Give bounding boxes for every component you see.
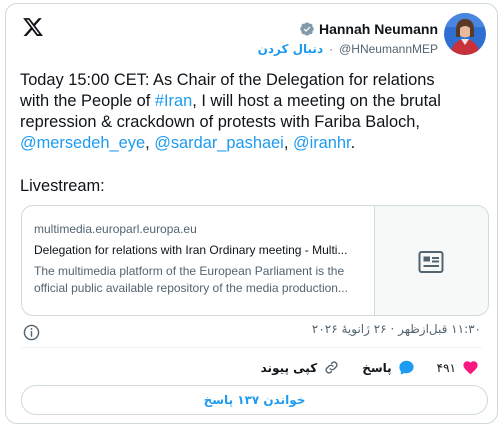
tweet-line-3: repression & crackdown of protests with … — [20, 113, 420, 131]
embedded-tweet-card: Hannah Neumann دنبال کردن · @HNeumannMEP… — [5, 3, 498, 424]
tweet-text-segment: , — [283, 134, 293, 152]
reply-button[interactable]: پاسخ — [362, 359, 414, 376]
copy-link-label: کپی پیوند — [260, 360, 318, 375]
link-icon — [325, 361, 338, 374]
divider — [21, 347, 482, 348]
info-icon[interactable] — [23, 324, 40, 341]
follow-button[interactable]: دنبال کردن — [258, 42, 324, 56]
tweet-text: Today 15:00 CET: As Chair of the Delegat… — [20, 70, 490, 154]
author-handle[interactable]: @HNeumannMEP — [339, 42, 438, 56]
tweet-text-segment: , I will host a meeting on the brutal — [192, 92, 441, 110]
link-domain: multimedia.europarl.europa.eu — [34, 222, 197, 236]
link-thumbnail — [373, 206, 488, 315]
like-button[interactable]: ۴۹۱ — [437, 359, 479, 376]
author-name[interactable]: Hannah Neumann — [319, 21, 438, 37]
action-bar: ۴۹۱ پاسخ کپی پیوند — [261, 359, 479, 376]
like-count: ۴۹۱ — [436, 360, 456, 375]
tweet-text-segment: , — [145, 134, 155, 152]
mention-sardar-pashaei-link[interactable]: @sardar_pashaei — [154, 134, 284, 152]
link-title: Delegation for relations with Iran Ordin… — [34, 243, 348, 257]
reply-label: پاسخ — [362, 360, 392, 375]
heart-icon — [463, 361, 478, 375]
tweet-line-4: @mersedeh_eye, @sardar_pashaei, @iranhr. — [20, 133, 490, 154]
link-description-line-2: official public available repository of … — [34, 281, 348, 295]
link-description-line-1: The multimedia platform of the European … — [34, 264, 345, 278]
avatar-photo — [444, 13, 486, 55]
read-replies-button[interactable]: خواندن ۱۳۷ پاسخ — [21, 385, 488, 415]
tweet-text-segment: . — [350, 134, 356, 152]
hashtag-iran-link[interactable]: #Iran — [155, 92, 192, 110]
livestream-label: Livestream: — [20, 177, 105, 195]
tweet-line-1: Today 15:00 CET: As Chair of the Delegat… — [20, 71, 435, 89]
tweet-timestamp[interactable]: ۱۱:۳۰ قبل‌ازظهر · ۲۶ ژانویهٔ ۲۰۲۶ — [312, 322, 481, 336]
link-preview-text: multimedia.europarl.europa.eu Delegation… — [22, 206, 374, 315]
reply-bubble-icon — [399, 360, 414, 375]
x-logo-icon[interactable] — [22, 16, 44, 38]
mention-iranhr-link[interactable]: @iranhr — [293, 134, 351, 152]
avatar[interactable] — [444, 13, 486, 55]
newspaper-icon — [418, 250, 444, 273]
mention-mersedeh-eye-link[interactable]: @mersedeh_eye — [20, 134, 145, 152]
tweet-text-segment: with the People of — [20, 92, 155, 110]
link-preview-card[interactable]: multimedia.europarl.europa.eu Delegation… — [21, 205, 489, 316]
author-block: Hannah Neumann دنبال کردن · @HNeumannMEP — [258, 19, 438, 59]
separator-dot: · — [329, 42, 334, 56]
link-description: The multimedia platform of the European … — [34, 263, 374, 297]
copy-link-button[interactable]: کپی پیوند — [261, 359, 341, 376]
verified-badge-icon — [300, 22, 314, 36]
tweet-line-2: with the People of #Iran, I will host a … — [20, 91, 490, 112]
